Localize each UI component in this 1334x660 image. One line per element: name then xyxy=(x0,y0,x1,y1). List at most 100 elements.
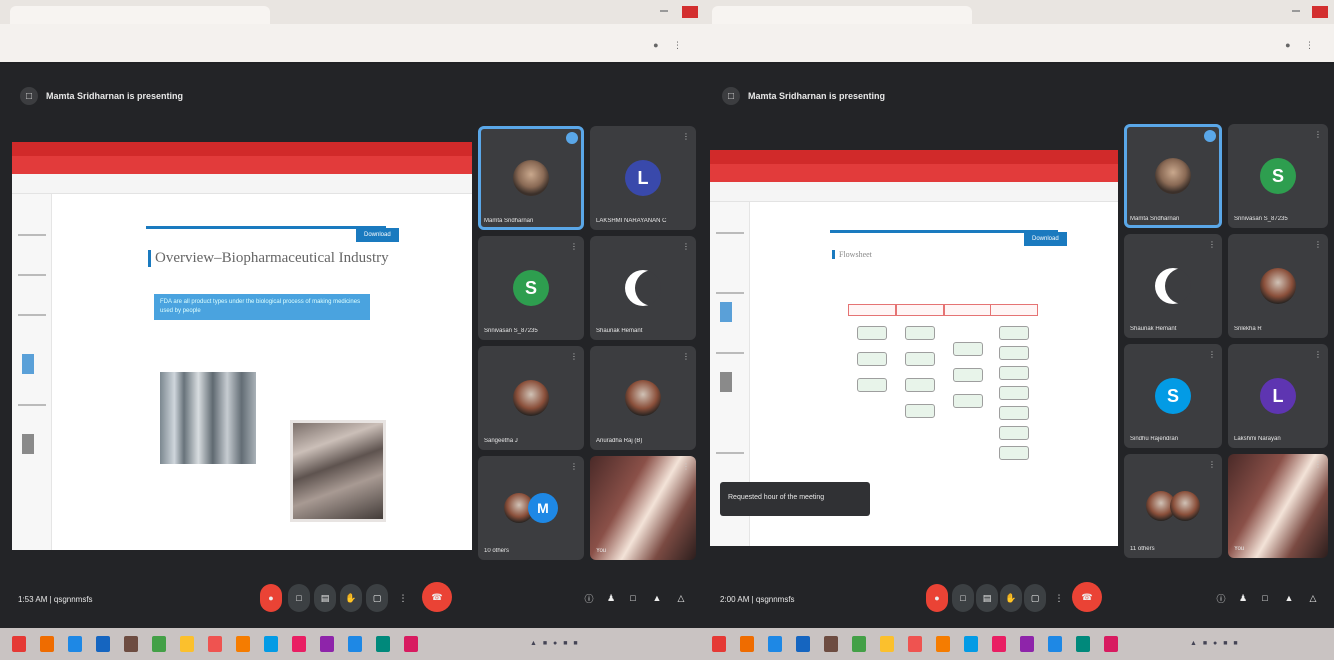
excel-icon[interactable] xyxy=(152,636,166,652)
participant-name: Sangeetha J xyxy=(484,438,518,444)
thumb-line xyxy=(18,404,46,406)
close-icon[interactable] xyxy=(682,6,698,18)
participant-tile[interactable]: Mamta Sridharnan xyxy=(478,126,584,230)
word-icon[interactable] xyxy=(796,636,810,652)
powerpoint-icon[interactable] xyxy=(236,636,250,652)
participant-name: Srinivasan S_87235 xyxy=(1234,216,1288,222)
participant-tile[interactable]: ⋮ 11 others xyxy=(1124,454,1222,558)
lock-icon[interactable]: △ xyxy=(674,584,688,612)
thumb-line xyxy=(716,352,744,354)
extension-icons[interactable]: ● ⋮ xyxy=(1285,40,1320,51)
participant-tile[interactable]: ⋮ L LAKSHMI NARAYANAN C xyxy=(590,126,696,230)
raise-hand-button[interactable]: ✋ xyxy=(340,584,362,612)
present-button[interactable]: ▢ xyxy=(366,584,388,612)
avatar xyxy=(1260,268,1296,304)
activities-icon[interactable]: ▲ xyxy=(1282,584,1296,612)
folder-icon[interactable] xyxy=(880,636,894,652)
system-tray[interactable]: ▲ ■ ● ■ ■ xyxy=(530,640,580,648)
system-tray[interactable]: ▲ ■ ● ■ ■ xyxy=(1190,640,1240,648)
chat-icon[interactable]: □ xyxy=(1258,584,1272,612)
leave-call-button[interactable]: ☎ xyxy=(1072,582,1102,612)
slide-title: Overview–Biopharmaceutical Industry xyxy=(148,250,389,267)
pin-icon[interactable] xyxy=(566,132,578,144)
participant-tile-self[interactable]: ⋮ You xyxy=(590,456,696,560)
browser-tab[interactable] xyxy=(10,6,270,24)
app-icon[interactable] xyxy=(320,636,334,652)
skype-icon[interactable] xyxy=(264,636,278,652)
camera-button[interactable]: □ xyxy=(288,584,310,612)
more-options-icon[interactable]: ⋮ xyxy=(396,584,410,612)
edge-icon[interactable] xyxy=(68,636,82,652)
raise-hand-button[interactable]: ✋ xyxy=(1000,584,1022,612)
flow-step xyxy=(905,378,935,392)
app-icon[interactable] xyxy=(348,636,362,652)
browser-tab[interactable] xyxy=(712,6,972,24)
explorer-icon[interactable] xyxy=(824,636,838,652)
start-icon[interactable] xyxy=(12,636,26,652)
pin-icon[interactable] xyxy=(1204,130,1216,142)
participant-tile[interactable]: ⋮ L Lakshmi Narayan xyxy=(1228,344,1328,448)
edge-icon[interactable] xyxy=(768,636,782,652)
app-icon[interactable] xyxy=(404,636,418,652)
participant-tile[interactable]: ⋮ Shaunak Hemant xyxy=(1124,234,1222,338)
flow-step xyxy=(999,426,1029,440)
chat-icon[interactable]: □ xyxy=(626,584,640,612)
app-icon[interactable] xyxy=(1076,636,1090,652)
participant-tile[interactable]: ⋮ Sangeetha J xyxy=(478,346,584,450)
extension-icons[interactable]: ● ⋮ xyxy=(653,40,688,51)
powerpoint-icon[interactable] xyxy=(936,636,950,652)
acrobat-icon[interactable] xyxy=(292,636,306,652)
lock-icon[interactable]: △ xyxy=(1306,584,1320,612)
excel-icon[interactable] xyxy=(852,636,866,652)
people-icon[interactable]: ♟ xyxy=(1236,584,1250,612)
vlc-icon[interactable] xyxy=(40,636,54,652)
folder-icon[interactable] xyxy=(180,636,194,652)
flow-step xyxy=(905,404,935,418)
mic-off-icon: ⋮ xyxy=(1314,350,1322,359)
app-icon[interactable] xyxy=(1020,636,1034,652)
flow-step xyxy=(953,342,983,356)
leave-call-button[interactable]: ☎ xyxy=(422,582,452,612)
ppt-ribbon xyxy=(12,156,472,174)
explorer-icon[interactable] xyxy=(124,636,138,652)
participant-tile[interactable]: ⋮ Srilekha R xyxy=(1228,234,1328,338)
info-icon[interactable]: ⓘ xyxy=(1214,584,1228,612)
address-bar[interactable] xyxy=(8,38,642,54)
participant-tile[interactable]: Mamta Sridharnan xyxy=(1124,124,1222,228)
captions-button[interactable]: ▤ xyxy=(976,584,998,612)
app-icon[interactable] xyxy=(1104,636,1118,652)
participant-tile[interactable]: ⋮ S Srinivasan S_87235 xyxy=(1228,124,1328,228)
avatar: M xyxy=(528,493,558,523)
activities-icon[interactable]: ▲ xyxy=(650,584,664,612)
ppt-toolbar xyxy=(710,182,1118,202)
address-bar[interactable] xyxy=(710,38,1274,54)
mic-button[interactable]: ● xyxy=(260,584,282,612)
minimize-icon[interactable] xyxy=(660,10,668,12)
participant-tile[interactable]: ⋮ M 10 others xyxy=(478,456,584,560)
participant-tile-self[interactable]: ⋮ You xyxy=(1228,454,1328,558)
participant-tile[interactable]: ⋮ S Sindhu Rajendran xyxy=(1124,344,1222,448)
acrobat-icon[interactable] xyxy=(992,636,1006,652)
flow-step xyxy=(999,386,1029,400)
info-icon[interactable]: ⓘ xyxy=(582,584,596,612)
chrome-icon[interactable] xyxy=(208,636,222,652)
present-button[interactable]: ▢ xyxy=(1024,584,1046,612)
start-icon[interactable] xyxy=(712,636,726,652)
mic-button[interactable]: ● xyxy=(926,584,948,612)
vlc-icon[interactable] xyxy=(740,636,754,652)
chrome-icon[interactable] xyxy=(908,636,922,652)
close-icon[interactable] xyxy=(1312,6,1328,18)
participant-tile[interactable]: ⋮ S Srinivasan S_87235 xyxy=(478,236,584,340)
skype-icon[interactable] xyxy=(964,636,978,652)
captions-button[interactable]: ▤ xyxy=(314,584,336,612)
camera-button[interactable]: □ xyxy=(952,584,974,612)
more-options-icon[interactable]: ⋮ xyxy=(1052,584,1066,612)
people-icon[interactable]: ♟ xyxy=(604,584,618,612)
word-icon[interactable] xyxy=(96,636,110,652)
app-icon[interactable] xyxy=(376,636,390,652)
minimize-icon[interactable] xyxy=(1292,10,1300,12)
app-icon[interactable] xyxy=(1048,636,1062,652)
participant-tile[interactable]: ⋮ Anuradha Raj (B) xyxy=(590,346,696,450)
participant-tile[interactable]: ⋮ Shaunak Hemant xyxy=(590,236,696,340)
ppt-title-bar xyxy=(710,150,1118,164)
